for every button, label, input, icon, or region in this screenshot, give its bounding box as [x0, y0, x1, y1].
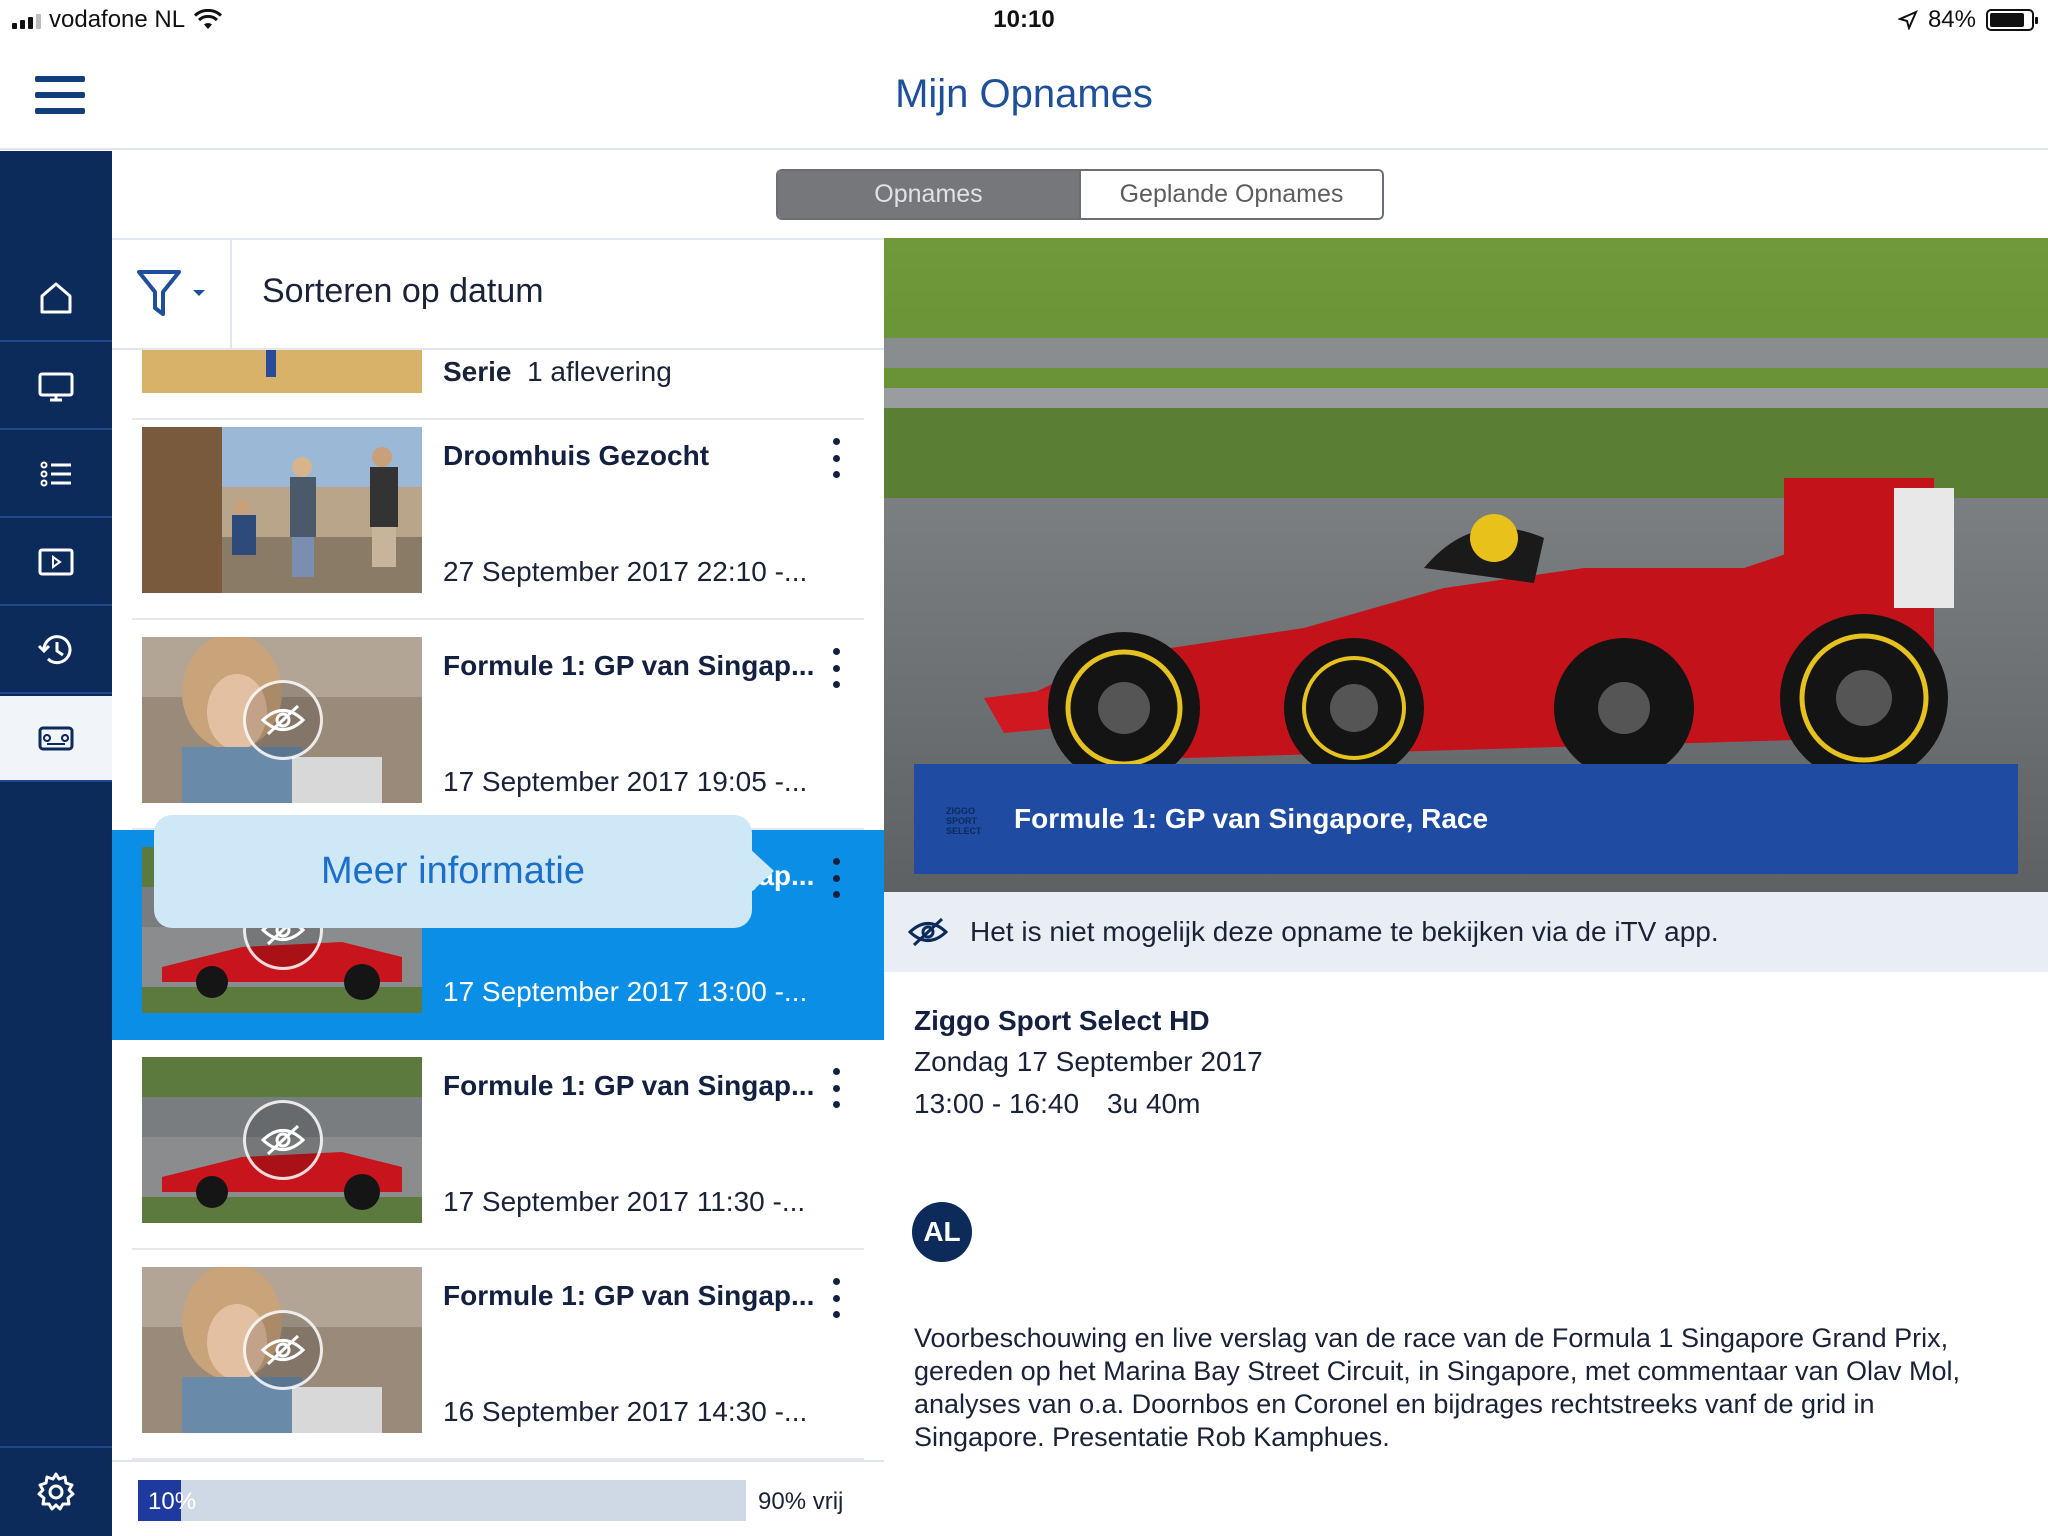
- more-options-icon[interactable]: [824, 438, 848, 478]
- storage-used-label: 10%: [148, 1488, 197, 1515]
- list-item[interactable]: Formule 1: GP van Singap... 16 September…: [112, 1250, 884, 1460]
- location-arrow-icon: [1897, 10, 1918, 30]
- tab-geplande-opnames[interactable]: Geplande Opnames: [1079, 171, 1382, 218]
- eye-off-icon: [243, 1310, 323, 1390]
- status-bar: vodafone NL 10:10 84%: [0, 0, 2048, 40]
- duration: 3u 40m: [1107, 1088, 1201, 1119]
- broadcast-time: 13:00 - 16:40 3u 40m: [914, 1088, 1200, 1120]
- home-icon[interactable]: [0, 256, 112, 342]
- eye-off-icon: [243, 1100, 323, 1180]
- list-item-date: 17 September 2017 13:00 -...: [443, 976, 808, 1007]
- list-item-date: 17 September 2017 19:05 -...: [443, 766, 808, 797]
- storage-indicator: 10% 90% vrij: [112, 1460, 884, 1536]
- app-header: Mijn Opnames: [0, 40, 2048, 150]
- list-item[interactable]: Formule 1: GP van Singap... 17 September…: [112, 1040, 884, 1250]
- gear-icon[interactable]: [0, 1446, 112, 1536]
- program-title: Formule 1: GP van Singapore, Race: [1014, 803, 1489, 834]
- storage-free-label: 90% vrij: [758, 1488, 844, 1515]
- more-info-tooltip[interactable]: Meer informatie: [154, 815, 774, 928]
- play-square-icon[interactable]: [0, 520, 112, 606]
- broadcast-date: Zondag 17 September 2017: [914, 1046, 1263, 1077]
- time-range: 13:00 - 16:40: [914, 1088, 1080, 1119]
- program-description: Voorbeschouwing en live verslag van de r…: [914, 1323, 1960, 1452]
- list-item-type: Serie: [443, 356, 512, 387]
- eye-off-icon: [243, 680, 323, 760]
- battery-icon: [1986, 9, 2038, 31]
- age-rating-badge: AL: [912, 1202, 972, 1262]
- thumbnail-image: [142, 1267, 422, 1433]
- status-right: 84%: [1897, 6, 2038, 34]
- program-title-banner: ZIGGO SPORT SELECT Formule 1: GP van Sin…: [914, 764, 2018, 874]
- list-item-date: 16 September 2017 14:30 -...: [443, 1396, 808, 1427]
- recordings-icon[interactable]: [0, 696, 112, 782]
- thumbnail-image: [142, 637, 422, 803]
- eye-off-icon: [908, 917, 948, 947]
- page-title: Mijn Opnames: [895, 72, 1153, 116]
- more-options-icon[interactable]: [824, 648, 848, 688]
- unavailable-notice: Het is niet mogelijk deze opname te beki…: [884, 892, 2048, 972]
- list-icon[interactable]: [0, 432, 112, 518]
- thumbnail-image: [142, 427, 422, 593]
- list-item-title: Formule 1: GP van Singap...: [443, 1280, 815, 1311]
- list-item-episode-count: 1 aflevering: [527, 356, 672, 387]
- tab-opnames[interactable]: Opnames: [778, 171, 1079, 218]
- filter-button[interactable]: [112, 240, 232, 348]
- thumbnail-image: [142, 350, 422, 393]
- list-item-meta: Serie 1 aflevering: [443, 356, 672, 388]
- list-item-date: 27 September 2017 22:10 -...: [443, 556, 808, 587]
- list-item-date: 17 September 2017 11:30 -...: [443, 1186, 806, 1217]
- list-item[interactable]: Formule 1: GP van Singap... 17 September…: [112, 620, 884, 830]
- channel-name: Ziggo Sport Select HD: [914, 1005, 1210, 1036]
- list-item-title: Formule 1: GP van Singap...: [443, 650, 815, 681]
- history-icon[interactable]: [0, 608, 112, 694]
- filter-icon: [137, 270, 205, 316]
- notice-text: Het is niet mogelijk deze opname te beki…: [970, 916, 1719, 947]
- battery-percent: 84%: [1927, 6, 1976, 33]
- list-item[interactable]: Droomhuis Gezocht 27 September 2017 22:1…: [112, 410, 884, 620]
- storage-track: 10%: [138, 1480, 746, 1521]
- recordings-segmented-control: Opnames Geplande Opnames: [776, 169, 1384, 220]
- sidebar: [0, 151, 112, 1536]
- thumbnail-image: [142, 1057, 422, 1223]
- filter-bar: Sorteren op datum: [112, 238, 884, 350]
- more-options-icon[interactable]: [824, 858, 848, 898]
- sort-label[interactable]: Sorteren op datum: [262, 272, 544, 311]
- more-options-icon[interactable]: [824, 1068, 848, 1108]
- more-options-icon[interactable]: [824, 1278, 848, 1318]
- list-item-title: Droomhuis Gezocht: [443, 440, 710, 471]
- tv-icon[interactable]: [0, 344, 112, 430]
- channel-logo: ZIGGO SPORT SELECT: [946, 806, 982, 836]
- clock: 10:10: [993, 6, 1055, 33]
- list-item-title: Formule 1: GP van Singap...: [443, 1070, 815, 1101]
